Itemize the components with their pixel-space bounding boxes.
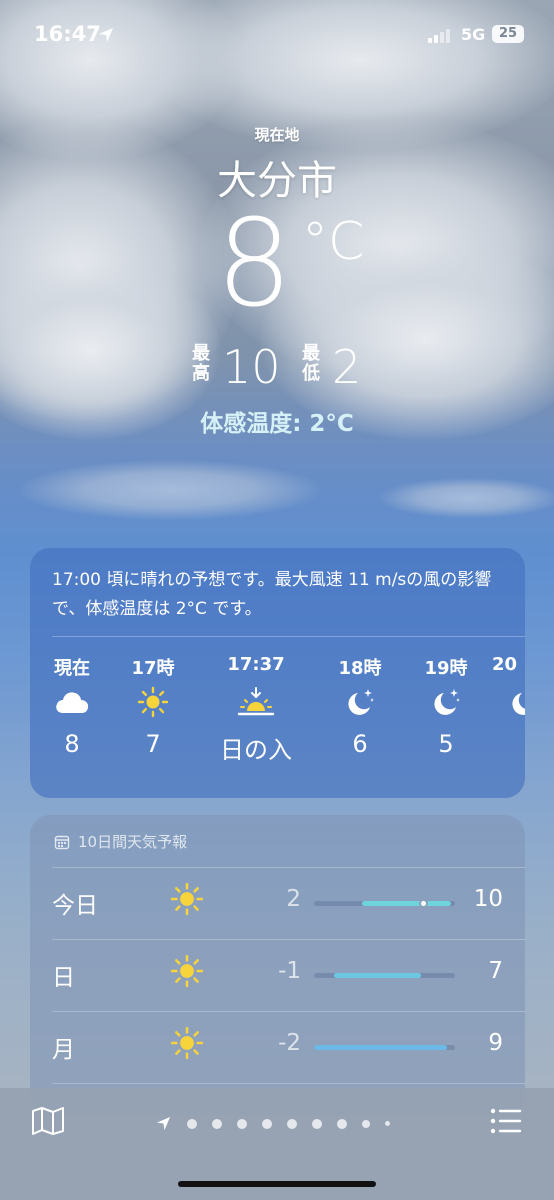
- hour-item: 19時 5: [401, 654, 491, 760]
- low-value: 2: [332, 340, 362, 394]
- status-time: 16:47: [34, 22, 101, 46]
- signal-icon: [428, 27, 454, 43]
- temperature-range-fill: [314, 1045, 447, 1050]
- temperature-range-bar: [314, 973, 455, 978]
- daily-forecast-card[interactable]: 10日間天気予報 今日 2 10 日 -1 7 月 -2 9: [30, 815, 525, 1115]
- divider: [52, 636, 525, 637]
- temperature-range-fill: [361, 901, 451, 906]
- hour-item: 17時 7: [108, 654, 198, 760]
- high-temperature: 最 高 10: [192, 342, 292, 392]
- page-dot: [385, 1121, 390, 1126]
- daily-header: 10日間天気予報: [54, 831, 187, 852]
- cloud-icon: [30, 678, 117, 726]
- status-bar: 16:47 5G 25: [0, 0, 554, 70]
- current-temperature: 8: [216, 195, 292, 334]
- hour-label: 20: [492, 654, 518, 675]
- calendar-icon: [54, 835, 70, 849]
- low-temperature: 最 低 2: [302, 342, 382, 392]
- hour-label: 17時: [131, 658, 175, 679]
- temperature-range-bar: [314, 1045, 455, 1050]
- hour-item: 20: [492, 654, 525, 760]
- hour-label: 19時: [424, 658, 468, 679]
- hour-temp: [492, 730, 525, 760]
- hourly-forecast-card[interactable]: 17:00 頃に晴れの予想です。最大風速 11 m/sの風の影響で、体感温度は …: [30, 548, 525, 798]
- day-low: 2: [286, 886, 301, 912]
- hour-temp: 8: [64, 730, 80, 758]
- hour-label: 18時: [338, 658, 382, 679]
- sun-icon: [108, 678, 198, 726]
- day-name: 月: [52, 1037, 75, 1063]
- day-low: -1: [278, 958, 301, 984]
- temperature-unit: °C: [302, 212, 365, 272]
- day-low: -2: [278, 1030, 301, 1056]
- low-label: 最 低: [302, 343, 320, 384]
- day-high: 10: [473, 886, 503, 912]
- moon-stars-icon: [492, 678, 525, 726]
- list-icon[interactable]: [490, 1108, 522, 1134]
- home-indicator: [178, 1181, 376, 1187]
- hour-temp: 6: [352, 730, 368, 758]
- battery-indicator: 25: [492, 25, 524, 43]
- hour-item: 17:37 日の入: [211, 654, 301, 764]
- location-arrow-icon: [99, 28, 113, 42]
- page-dot: [287, 1118, 297, 1129]
- map-icon[interactable]: [31, 1106, 65, 1136]
- hour-item: 現在 8: [30, 654, 117, 760]
- temperature-range-fill: [333, 973, 422, 978]
- day-row[interactable]: 今日 2 10: [30, 868, 525, 938]
- divider: [52, 1083, 525, 1084]
- location-arrow-icon: [156, 1116, 171, 1131]
- sun-icon: [170, 954, 204, 992]
- day-row[interactable]: 日 -1 7: [30, 940, 525, 1010]
- hour-temp: 日の入: [220, 736, 292, 764]
- day-high: 7: [488, 958, 503, 984]
- page-dot: [237, 1118, 247, 1129]
- page-dot: [312, 1118, 322, 1129]
- day-name: 日: [52, 965, 75, 991]
- high-label: 最 高: [192, 343, 210, 384]
- temperature-range-bar: [314, 899, 455, 908]
- hour-label: 17:37: [227, 654, 285, 675]
- current-temp-marker: [418, 899, 428, 908]
- moon-stars-icon: [401, 678, 491, 726]
- location-label: 現在地: [254, 126, 300, 144]
- hour-item: 18時 6: [315, 654, 405, 760]
- day-high: 9: [488, 1030, 503, 1056]
- sunset-icon: [211, 678, 301, 726]
- network-type: 5G: [461, 25, 486, 44]
- page-dot: [187, 1118, 197, 1129]
- feels-like: 体感温度: 2°C: [200, 411, 354, 437]
- sun-icon: [170, 1026, 204, 1064]
- page-dot: [337, 1118, 347, 1129]
- moon-stars-icon: [315, 678, 405, 726]
- sun-icon: [170, 882, 204, 920]
- page-dot: [262, 1118, 272, 1129]
- page-dot: [212, 1118, 222, 1129]
- page-dot: [362, 1119, 370, 1128]
- hour-temp: 7: [145, 730, 161, 758]
- hour-temp: 5: [438, 730, 454, 758]
- forecast-summary: 17:00 頃に晴れの予想です。最大風速 11 m/sの風の影響で、体感温度は …: [52, 570, 492, 619]
- page-indicator[interactable]: [156, 1116, 405, 1131]
- high-value: 10: [222, 340, 281, 394]
- daily-header-label: 10日間天気予報: [78, 833, 188, 851]
- hour-label: 現在: [54, 658, 90, 679]
- day-row[interactable]: 月 -2 9: [30, 1012, 525, 1082]
- day-name: 今日: [52, 893, 98, 919]
